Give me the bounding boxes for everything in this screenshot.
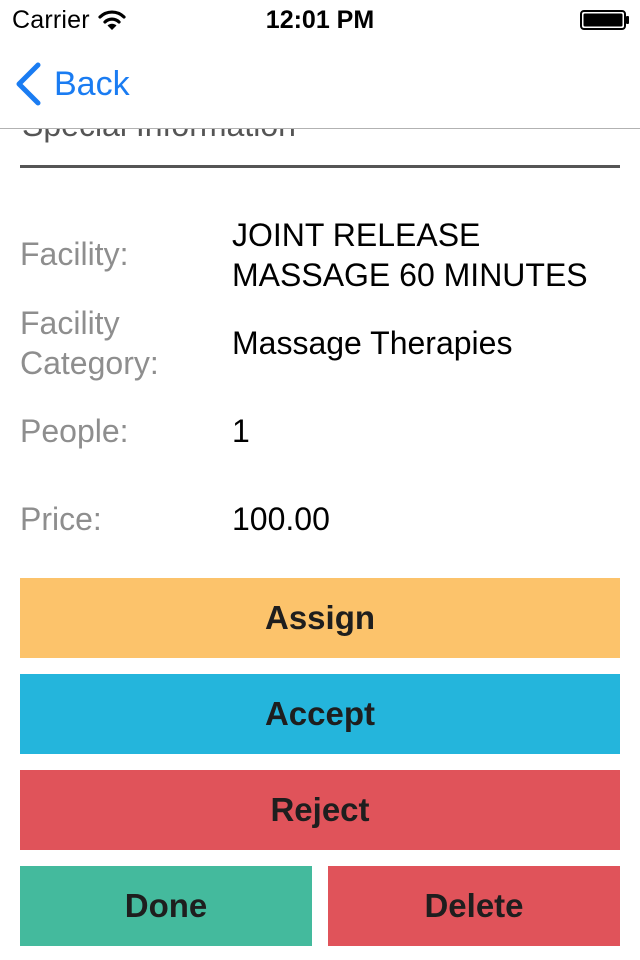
- delete-button[interactable]: Delete: [328, 866, 620, 946]
- people-value: 1: [232, 413, 250, 449]
- facility-value-line-2: MASSAGE 60 MINUTES: [232, 257, 588, 293]
- done-button[interactable]: Done: [20, 866, 312, 946]
- status-time: 12:01 PM: [265, 6, 375, 34]
- reject-button[interactable]: Reject: [20, 770, 620, 850]
- people-label: People:: [20, 413, 129, 449]
- status-bar: Carrier 12:01 PM: [0, 0, 640, 40]
- facility-value-line-1: JOINT RELEASE: [232, 217, 481, 253]
- chevron-left-icon: [16, 62, 41, 106]
- back-label: Back: [54, 64, 130, 103]
- assign-button[interactable]: Assign: [20, 578, 620, 658]
- accept-button[interactable]: Accept: [20, 674, 620, 754]
- battery-full-icon: [580, 10, 629, 30]
- facility-category-value: Massage Therapies: [232, 325, 513, 361]
- booking-detail-screen: Carrier 12:01 PM Back Special Informatio…: [0, 0, 640, 960]
- facility-category-label-line-2: Category:: [20, 345, 159, 381]
- navigation-bar: Back: [0, 40, 640, 129]
- price-label: Price:: [20, 501, 102, 537]
- detail-content[interactable]: Special Information Facility: JOINT RELE…: [0, 129, 640, 960]
- price-value: 100.00: [232, 501, 330, 537]
- special-information-text: Special Information: [22, 129, 296, 144]
- special-information-field[interactable]: Special Information: [20, 129, 620, 168]
- back-button[interactable]: Back: [14, 60, 130, 108]
- facility-category-label: Facility Category:: [20, 303, 159, 383]
- facility-value: JOINT RELEASE MASSAGE 60 MINUTES: [232, 215, 632, 295]
- facility-label: Facility:: [20, 236, 129, 272]
- facility-category-label-line-1: Facility: [20, 305, 120, 341]
